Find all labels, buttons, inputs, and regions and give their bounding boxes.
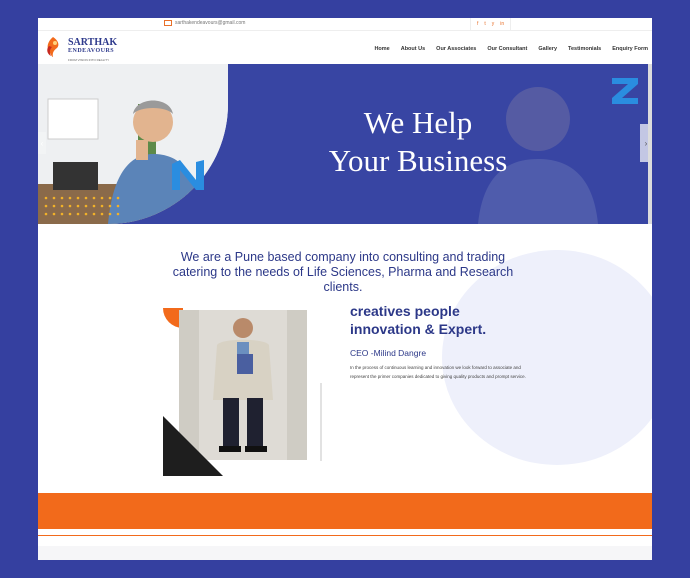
twitter-icon[interactable]: t [484,21,485,27]
envelope-icon [164,20,172,26]
nav-gallery[interactable]: Gallery [538,46,557,52]
youtube-icon[interactable]: y [492,21,495,27]
nav-our-consultant[interactable]: Our Consultant [487,46,527,52]
site-header: SARTHAK ENDEAVOURS FROM VISION INTO REAL… [38,30,652,64]
n-shape-decoration [172,160,204,190]
orange-band [38,493,652,529]
intro-text: We are a Pune based company into consult… [172,250,514,294]
logo-line-2: ENDEAVOURS [68,48,115,54]
nav-our-associates[interactable]: Our Associates [436,46,476,52]
orange-separator-line [38,535,652,536]
tagline-line-1: creatives people [350,303,460,319]
logo-flame-icon[interactable] [44,36,62,58]
nav-home[interactable]: Home [374,46,389,52]
dot-pattern-decoration [44,196,120,216]
tagline: creatives people innovation & Expert. [350,302,550,338]
hero-slider: We Help Your Business ‹ › [38,64,648,224]
contact-email[interactable]: sarthakendeavours@gmail.com [164,20,245,26]
hero-headline-line-2: Your Business [328,143,508,178]
main-nav: Home About Us Our Associates Our Consult… [374,46,648,52]
logo-text[interactable]: SARTHAK ENDEAVOURS FROM VISION INTO REAL… [68,38,117,65]
bottom-section-strip [38,546,652,560]
ceo-description: In the process of continuous learning an… [350,365,526,379]
nav-about-us[interactable]: About Us [401,46,425,52]
social-links: f t y in [470,18,512,30]
divider-line [320,383,322,461]
email-text: sarthakendeavours@gmail.com [175,20,246,26]
hero-headline-line-1: We Help [363,105,473,140]
linkedin-icon[interactable]: in [500,21,504,27]
website-page: sarthakendeavours@gmail.com f t y in SAR… [38,18,652,560]
facebook-icon[interactable]: f [477,21,478,27]
nav-testimonials[interactable]: Testimonials [568,46,601,52]
z-shape-decoration [612,78,638,104]
black-triangle-decoration [163,416,223,476]
slider-prev-button[interactable]: ‹ [38,132,46,154]
slider-next-button[interactable]: › [640,124,648,162]
nav-enquiry-form[interactable]: Enquiry Form [612,46,648,52]
tagline-line-2: innovation & Expert. [350,321,487,337]
ceo-name: CEO -Milind Dangre [350,348,427,358]
scrollbar[interactable] [648,64,652,224]
hero-headline: We Help Your Business [268,104,568,180]
